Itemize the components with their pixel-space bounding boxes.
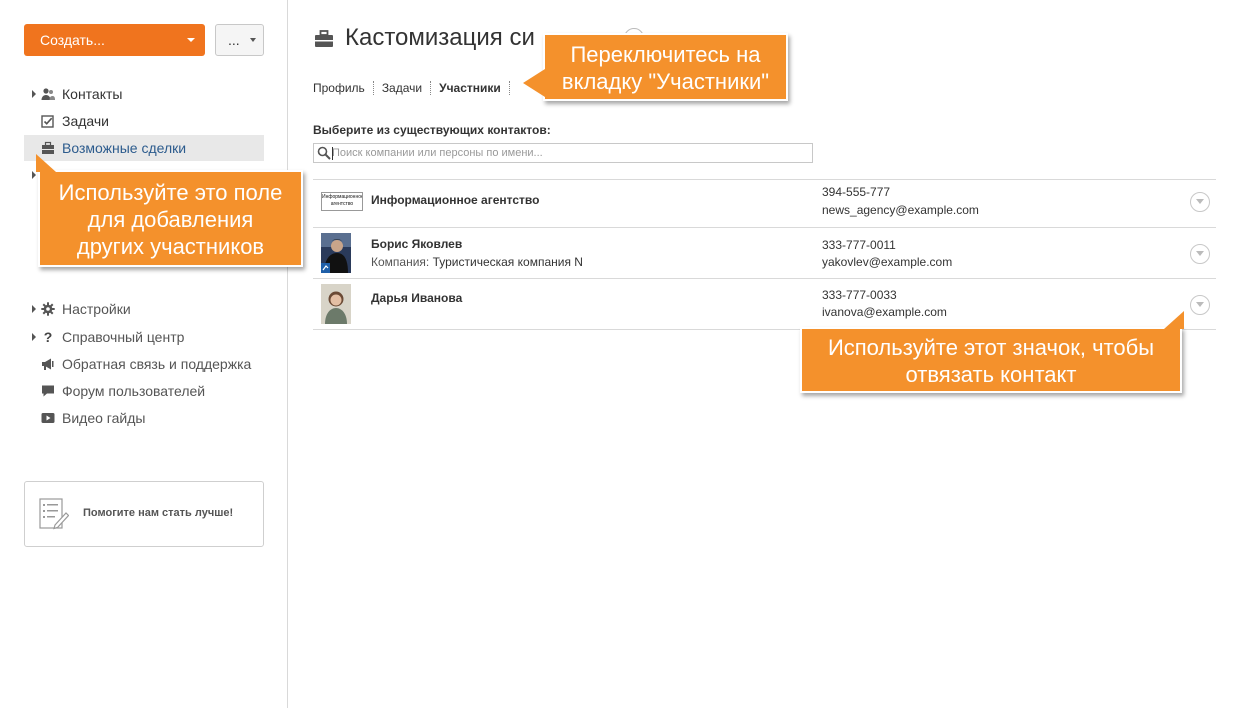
- company-key: Компания:: [371, 255, 430, 269]
- contact-phone: 394-555-777: [822, 185, 891, 199]
- callout-pointer: [36, 154, 56, 172]
- list-item: Дарья Иванова 333-777-0033 ivanova@examp…: [313, 279, 1216, 330]
- tab-profile[interactable]: Профиль: [313, 80, 365, 96]
- sidebar-item-settings[interactable]: Настройки: [24, 296, 264, 322]
- sidebar-item-video-guides[interactable]: Видео гайды: [24, 405, 264, 431]
- callout-pointer: [1164, 311, 1184, 329]
- chevron-down-icon: [250, 38, 256, 42]
- participants-list: Информационное агентство Информационное …: [313, 179, 1216, 330]
- gear-icon: [41, 302, 55, 316]
- expand-arrow-icon[interactable]: [32, 333, 36, 341]
- sidebar-item-tasks[interactable]: Задачи: [24, 108, 264, 134]
- sidebar-item-label: Справочный центр: [62, 329, 185, 345]
- company-logo: Информационное агентство: [321, 192, 363, 211]
- callout-text-line: других участников: [76, 234, 265, 259]
- callout-text-line: отвязать контакт: [905, 362, 1077, 387]
- list-item: Информационное агентство Информационное …: [313, 180, 1216, 228]
- callout-text-line: Переключитесь на: [570, 42, 761, 67]
- callout-pointer: [523, 69, 545, 97]
- sidebar-item-user-forum[interactable]: Форум пользователей: [24, 378, 264, 404]
- contact-phone: 333-777-0011: [822, 238, 896, 252]
- sidebar-item-label: Контакты: [62, 86, 123, 102]
- create-button[interactable]: Создать...: [24, 24, 205, 56]
- sidebar-item-label: Обратная связь и поддержка: [62, 356, 252, 372]
- tab-separator: [508, 81, 510, 95]
- sidebar-item-label: Настройки: [62, 301, 131, 317]
- tab-bar: Профиль Задачи Участники: [313, 80, 518, 96]
- sidebar-item-feedback-support[interactable]: Обратная связь и поддержка: [24, 351, 264, 377]
- unlink-contact-icon[interactable]: [1190, 192, 1210, 212]
- more-actions-button[interactable]: ...: [215, 24, 264, 56]
- contact-phone: 333-777-0033: [822, 288, 897, 302]
- avatar: [321, 284, 351, 324]
- contact-search-input[interactable]: [332, 145, 808, 161]
- unlink-contact-icon[interactable]: [1190, 295, 1210, 315]
- expand-arrow-icon[interactable]: [32, 305, 36, 313]
- tooltip-search-field: Используйте это поле для добавления друг…: [36, 154, 303, 267]
- contact-company: Компания: Туристическая компания N: [371, 255, 583, 269]
- contact-name[interactable]: Информационное агентство: [371, 193, 539, 207]
- chevron-down-icon: [187, 38, 195, 42]
- tab-separator: [430, 81, 432, 95]
- sidebar-item-contacts[interactable]: Контакты: [24, 81, 264, 107]
- contact-email[interactable]: ivanova@example.com: [822, 305, 947, 319]
- sidebar-item-help-center[interactable]: ? Справочный центр: [24, 324, 264, 350]
- briefcase-icon: [41, 141, 55, 155]
- sidebar-item-opportunities[interactable]: Возможные сделки: [24, 135, 264, 161]
- unlink-contact-icon[interactable]: [1190, 244, 1210, 264]
- contact-email[interactable]: yakovlev@example.com: [822, 255, 952, 269]
- contacts-icon: [41, 87, 55, 101]
- tooltip-unlink-icon: Используйте этот значок, чтобы отвязать …: [800, 311, 1184, 393]
- forum-icon: [41, 384, 55, 398]
- briefcase-icon: [314, 30, 334, 48]
- sidebar-item-label: Видео гайды: [62, 410, 146, 426]
- tooltip-participants-tab: Переключитесь на вкладку "Участники": [523, 33, 788, 101]
- contact-name[interactable]: Борис Яковлев: [371, 237, 462, 251]
- page-title: Кастомизация си: [345, 24, 535, 51]
- tasks-icon: [41, 114, 55, 128]
- tab-separator: [372, 81, 374, 95]
- sidebar-item-label: Задачи: [62, 113, 110, 129]
- contact-name[interactable]: Дарья Иванова: [371, 291, 462, 305]
- contact-email[interactable]: news_agency@example.com: [822, 203, 979, 217]
- search-label: Выберите из существующих контактов:: [313, 123, 551, 137]
- megaphone-icon: [41, 357, 55, 371]
- tab-participants[interactable]: Участники: [439, 80, 501, 96]
- video-icon: [41, 411, 55, 425]
- callout-text-line: вкладку "Участники": [561, 69, 770, 94]
- question-icon: ?: [43, 329, 53, 345]
- more-actions-label: ...: [228, 32, 240, 48]
- sidebar: Создать... ... Контакты Задачи Возможные…: [0, 0, 288, 708]
- create-button-label: Создать...: [40, 32, 105, 48]
- callout-text-line: Используйте это поле: [58, 180, 283, 205]
- company-value[interactable]: Туристическая компания N: [433, 255, 583, 269]
- search-icon: [317, 146, 331, 160]
- expand-arrow-icon[interactable]: [32, 90, 36, 98]
- contact-search-field[interactable]: [313, 143, 813, 163]
- feedback-banner[interactable]: Помогите нам стать лучше!: [24, 481, 264, 547]
- avatar: [321, 233, 351, 273]
- text-cursor: [332, 147, 333, 160]
- tab-tasks[interactable]: Задачи: [382, 80, 422, 96]
- sidebar-item-label: Форум пользователей: [62, 383, 206, 399]
- expand-arrow-icon[interactable]: [32, 171, 36, 179]
- list-item: Борис Яковлев Компания: Туристическая ко…: [313, 228, 1216, 279]
- feedback-banner-label: Помогите нам стать лучше!: [83, 507, 234, 519]
- callout-text-line: Используйте этот значок, чтобы: [827, 335, 1155, 360]
- survey-icon: [39, 498, 70, 530]
- callout-text-line: для добавления: [87, 207, 254, 232]
- sidebar-item-label: Возможные сделки: [62, 140, 187, 156]
